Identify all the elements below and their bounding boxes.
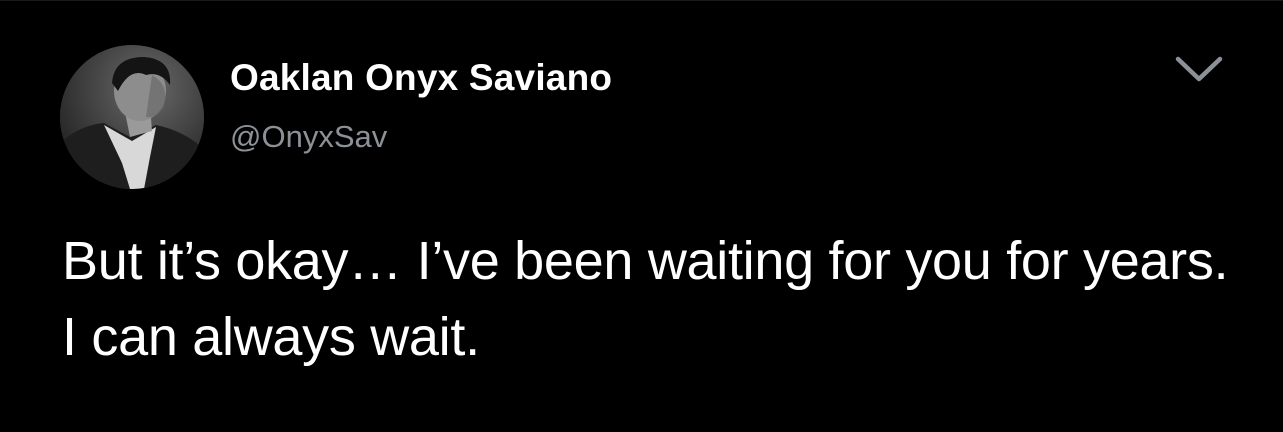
avatar-photo-icon (60, 45, 204, 189)
tweet-card: Oaklan Onyx Saviano @OnyxSav But it’s ok… (0, 0, 1283, 432)
author-display-name[interactable]: Oaklan Onyx Saviano (230, 57, 612, 99)
chevron-down-icon[interactable] (1172, 53, 1226, 87)
tweet-text: But it’s okay… I’ve been waiting for you… (62, 231, 1229, 367)
avatar[interactable] (60, 45, 204, 189)
author-handle[interactable]: @OnyxSav (230, 119, 387, 155)
